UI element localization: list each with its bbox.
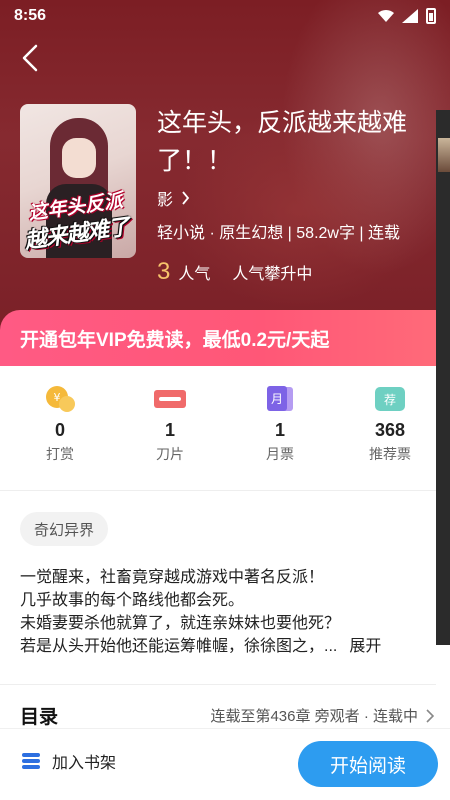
synopsis-line: 若是从头开始他还能运筹帷幄，徐徐图之，... bbox=[20, 638, 338, 655]
recommend-ticket-glyph: 荐 bbox=[384, 393, 396, 407]
book-meta: 轻小说 · 原生幻想 | 58.2w字 | 连载 bbox=[157, 225, 401, 242]
stat-recommend-ticket-label: 推荐票 bbox=[369, 446, 411, 462]
stat-recommend-ticket[interactable]: 荐 368 推荐票 bbox=[350, 384, 430, 464]
author-name: 影 bbox=[157, 192, 174, 209]
table-of-contents-row[interactable]: 目录 连载至第436章 旁观者 · 连载中 bbox=[20, 702, 434, 729]
stat-reward-value: 0 bbox=[54, 420, 65, 440]
add-to-shelf-label: 加入书架 bbox=[52, 755, 117, 772]
divider bbox=[0, 684, 436, 685]
battery-icon bbox=[426, 8, 436, 24]
author-link[interactable]: 影 bbox=[157, 186, 190, 210]
popularity-label: 人气 bbox=[178, 266, 211, 283]
side-panel bbox=[436, 110, 450, 645]
vip-promo-banner[interactable]: 开通包年VIP免费读，最低0.2元/天起 bbox=[0, 310, 436, 366]
toc-status: 连载至第436章 旁观者 · 连载中 bbox=[210, 705, 434, 726]
stat-blade-value: 1 bbox=[164, 420, 175, 440]
book-title: 这年头，反派越来越难了！！ bbox=[157, 109, 408, 175]
popularity-number: 3 bbox=[157, 258, 171, 285]
synopsis-line: 未婚妻要杀他就算了，就连亲妹妹也要他死？ bbox=[20, 615, 341, 632]
synopsis-expand-button[interactable]: 展开 bbox=[349, 638, 381, 655]
synopsis-line-last: 若是从头开始他还能运筹帷幄，徐徐图之，... 展开 bbox=[20, 635, 420, 658]
add-to-shelf-button[interactable]: 加入书架 bbox=[20, 749, 116, 773]
bookshelf-icon bbox=[22, 753, 40, 769]
synopsis-line: 一觉醒来，社畜竟穿越成游戏中著名反派！ bbox=[20, 569, 325, 586]
status-time: 8:56 bbox=[14, 7, 47, 24]
coin-icon: ¥ bbox=[43, 384, 77, 414]
synopsis: 一觉醒来，社畜竟穿越成游戏中著名反派！ 几乎故事的每个路线他都会死。 未婚妻要杀… bbox=[20, 566, 420, 658]
popularity-trend: 人气攀升中 bbox=[232, 266, 313, 283]
stat-recommend-ticket-value: 368 bbox=[374, 420, 406, 440]
signal-icon bbox=[402, 9, 418, 23]
stat-monthly-ticket[interactable]: 月 1 月票 bbox=[240, 384, 320, 464]
monthly-ticket-icon: 月 bbox=[263, 384, 297, 414]
side-thumbnail bbox=[438, 138, 450, 172]
divider bbox=[0, 490, 436, 491]
genre-tag-label: 奇幻异界 bbox=[34, 521, 95, 539]
synopsis-line: 几乎故事的每个路线他都会死。 bbox=[20, 592, 245, 609]
svg-text:¥: ¥ bbox=[54, 391, 61, 404]
book-cover[interactable]: 这年头反派 越来越难了 bbox=[20, 104, 136, 258]
back-button[interactable] bbox=[14, 42, 46, 74]
chevron-right-icon bbox=[182, 191, 190, 205]
stat-monthly-ticket-value: 1 bbox=[274, 420, 285, 440]
popularity-row: 3 人气 人气攀升中 bbox=[157, 258, 312, 286]
stat-reward[interactable]: ¥ 0 打赏 bbox=[20, 384, 100, 464]
vip-promo-text: 开通包年VIP免费读，最低0.2元/天起 bbox=[20, 329, 330, 351]
stat-blade[interactable]: 1 刀片 bbox=[130, 384, 210, 464]
book-detail-content: ¥ 0 打赏 1 刀片 月 1 月票 荐 368 推荐票 奇幻异界 一觉醒来，社… bbox=[0, 366, 436, 746]
stat-blade-label: 刀片 bbox=[156, 446, 184, 462]
bottom-action-bar: 加入书架 开始阅读 bbox=[0, 728, 450, 800]
chevron-right-icon bbox=[426, 708, 434, 723]
monthly-ticket-glyph: 月 bbox=[271, 392, 283, 406]
recommend-ticket-icon: 荐 bbox=[373, 384, 407, 414]
toc-title: 目录 bbox=[20, 707, 59, 728]
start-reading-button[interactable]: 开始阅读 bbox=[298, 741, 438, 787]
chevron-left-icon bbox=[22, 44, 38, 72]
genre-tag[interactable]: 奇幻异界 bbox=[20, 512, 109, 546]
blade-icon bbox=[153, 384, 187, 414]
stat-reward-label: 打赏 bbox=[46, 446, 74, 462]
cover-art-face bbox=[62, 138, 96, 178]
wifi-icon bbox=[378, 9, 394, 22]
toc-status-text: 连载至第436章 旁观者 · 连载中 bbox=[210, 708, 418, 725]
stat-monthly-ticket-label: 月票 bbox=[266, 446, 294, 462]
status-bar: 8:56 bbox=[0, 0, 450, 32]
stats-row: ¥ 0 打赏 1 刀片 月 1 月票 荐 368 推荐票 bbox=[0, 366, 436, 482]
